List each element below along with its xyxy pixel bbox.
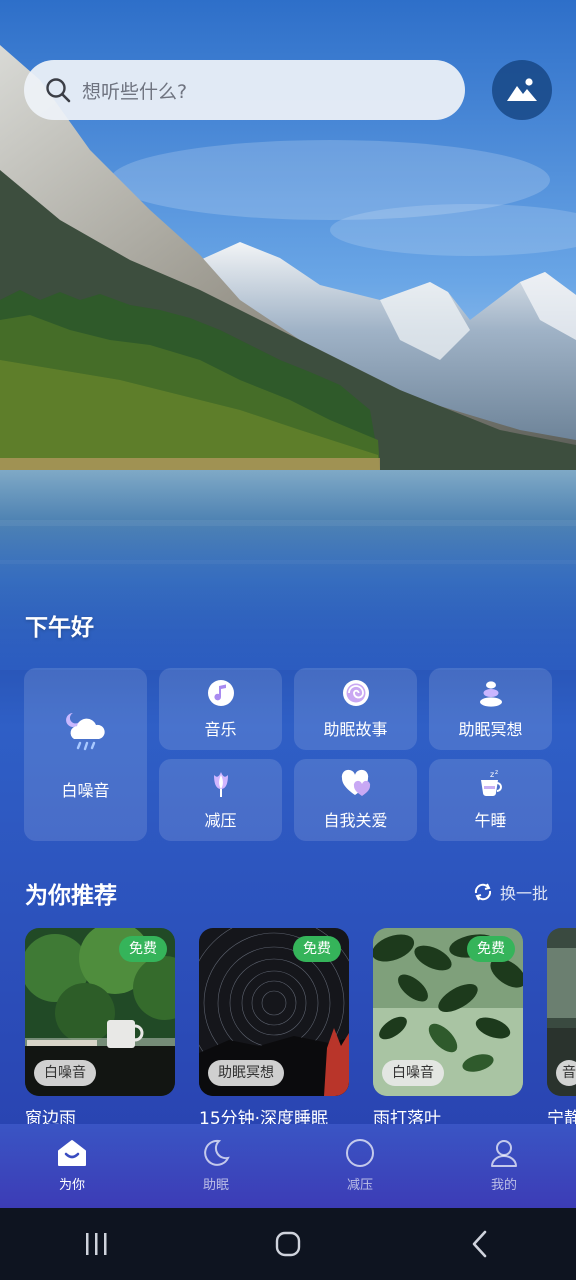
- home-smile-icon: [58, 1140, 86, 1166]
- search-placeholder: 想听些什么?: [82, 80, 188, 103]
- bottom-tab-bar: 为你 助眠 减压 我的: [0, 1124, 576, 1208]
- category-label: 自我关爱: [323, 811, 388, 830]
- scenery-picture-button[interactable]: [492, 60, 552, 120]
- recommend-card-window-rain[interactable]: 免费 白噪音: [25, 928, 175, 1096]
- back-button[interactable]: [450, 1214, 510, 1274]
- greeting-text: 下午好: [25, 615, 94, 641]
- home-button[interactable]: [258, 1214, 318, 1274]
- back-chevron-icon: [472, 1230, 487, 1258]
- tab-for-you[interactable]: 为你: [0, 1124, 144, 1208]
- refresh-icon: [474, 883, 492, 901]
- category-self-care[interactable]: 自我关爱: [294, 759, 417, 841]
- user-icon: [491, 1140, 517, 1167]
- recommend-card-partial[interactable]: 音: [547, 928, 576, 1096]
- tulip-icon: [213, 772, 228, 797]
- refresh-button[interactable]: 换一批: [472, 880, 548, 904]
- tab-stress-relief[interactable]: 减压: [288, 1124, 432, 1208]
- card-tag: 白噪音: [382, 1060, 444, 1086]
- recommend-card-deep-sleep[interactable]: 免费 助眠冥想: [199, 928, 349, 1096]
- recent-apps-button[interactable]: [66, 1214, 126, 1274]
- svg-text:z: z: [495, 769, 498, 776]
- card-tag: 音: [556, 1060, 576, 1086]
- card-tag: 助眠冥想: [208, 1060, 284, 1086]
- hearts-icon: [341, 769, 370, 796]
- recent-apps-icon: [86, 1233, 107, 1255]
- free-badge: 免费: [119, 936, 167, 962]
- recommend-title: 为你推荐: [25, 883, 117, 909]
- category-label: 白噪音: [61, 780, 110, 800]
- recommend-card-rain-leaves[interactable]: 免费 白噪音: [373, 928, 523, 1096]
- mountain-picture-icon: [507, 78, 537, 101]
- tab-label: 为你: [58, 1178, 85, 1193]
- stacked-stones-icon: [479, 681, 502, 707]
- free-badge: 免费: [293, 936, 341, 962]
- refresh-label: 换一批: [500, 884, 549, 903]
- moon-icon: [204, 1139, 230, 1166]
- search-bar[interactable]: 想听些什么?: [24, 60, 465, 120]
- music-note-icon: [207, 680, 234, 706]
- category-label: 助眠故事: [323, 720, 388, 739]
- category-sleep-meditation[interactable]: 助眠冥想: [429, 668, 552, 750]
- card-tag: 白噪音: [34, 1060, 96, 1086]
- category-label: 午睡: [474, 811, 507, 830]
- category-white-noise[interactable]: 白噪音: [24, 668, 147, 841]
- category-nap[interactable]: z z 午睡: [429, 759, 552, 841]
- category-stress-relief[interactable]: 减压: [159, 759, 282, 841]
- tab-label: 减压: [346, 1178, 373, 1193]
- system-navigation-bar: [0, 1208, 576, 1280]
- category-label: 减压: [204, 811, 237, 830]
- free-badge: 免费: [467, 936, 515, 962]
- lollipop-icon: [342, 680, 369, 706]
- category-sleep-story[interactable]: 助眠故事: [294, 668, 417, 750]
- tab-label: 我的: [490, 1178, 517, 1193]
- svg-text:z: z: [490, 770, 494, 779]
- coffee-cup-icon: z z: [480, 769, 502, 796]
- category-label: 助眠冥想: [458, 720, 523, 739]
- tab-profile[interactable]: 我的: [432, 1124, 576, 1208]
- category-label: 音乐: [204, 720, 237, 739]
- circle-icon: [346, 1139, 374, 1167]
- home-circle-icon: [275, 1231, 301, 1257]
- tab-label: 助眠: [202, 1178, 229, 1193]
- search-icon: [46, 78, 71, 103]
- category-music[interactable]: 音乐: [159, 668, 282, 750]
- cloud-rain-moon-icon: [65, 712, 105, 750]
- tab-sleep[interactable]: 助眠: [144, 1124, 288, 1208]
